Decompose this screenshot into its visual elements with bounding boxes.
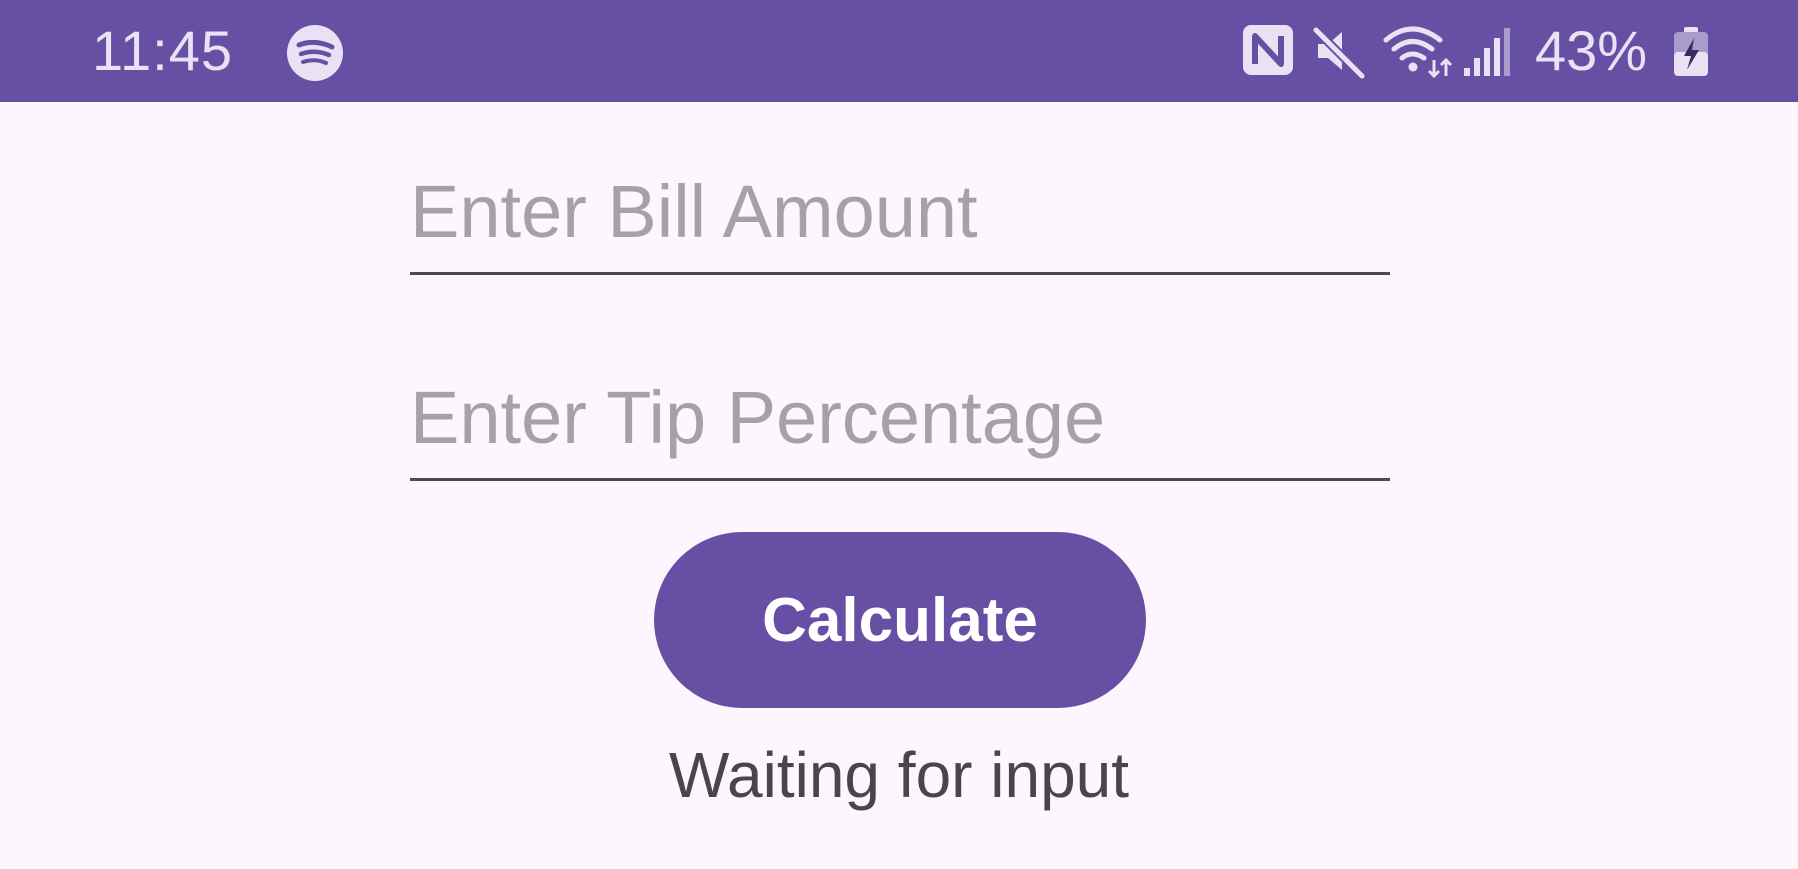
bill-amount-field [410,156,1390,276]
bill-amount-underline [410,272,1390,275]
status-time: 11:45 [92,19,233,82]
status-bar: 11:45 43% [0,0,1798,102]
mute-icon [1312,26,1366,80]
battery-charging-icon [1674,27,1708,76]
tip-percentage-underline [410,478,1390,481]
tip-percentage-field [410,362,1390,482]
bill-amount-input[interactable] [410,156,1390,266]
calculate-button[interactable]: Calculate [654,532,1146,708]
result-status-text: Waiting for input [668,739,1130,811]
signal-icon [1464,28,1510,76]
wifi-icon [1383,26,1453,79]
nfc-icon [1243,25,1293,75]
spotify-icon [287,25,343,81]
battery-percent: 43% [1535,19,1648,82]
tip-percentage-input[interactable] [410,362,1390,472]
